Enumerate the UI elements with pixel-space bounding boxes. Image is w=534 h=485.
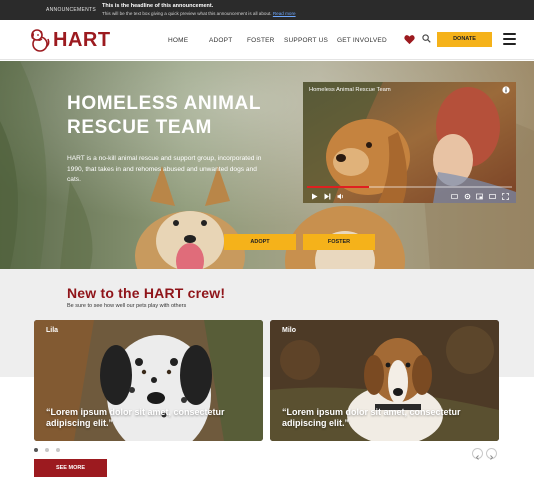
crew-section-title: New to the HART crew! — [67, 285, 226, 301]
donate-button[interactable]: DONATE — [437, 32, 492, 47]
video-controls — [303, 190, 516, 203]
chevron-left-icon — [475, 455, 479, 460]
logo-dog-icon — [31, 29, 50, 52]
carousel-dot-1[interactable] — [34, 448, 38, 452]
miniplayer-icon[interactable] — [476, 193, 483, 200]
announcement-bar: ANNOUNCEMENTS This is the headline of th… — [0, 0, 534, 20]
next-icon[interactable] — [324, 193, 331, 200]
hero-title: HOMELESS ANIMAL RESCUE TEAM — [67, 93, 261, 138]
adopt-button[interactable]: ADOPT — [224, 234, 296, 250]
play-icon[interactable] — [311, 193, 318, 200]
nav-adopt[interactable]: ADOPT — [209, 37, 232, 44]
pet-quote-milo: “Lorem ipsum dolor sit amet, consectetur… — [282, 407, 461, 428]
pet-name-lila: Lila — [46, 327, 59, 334]
video-title: Homeless Animal Rescue Team — [309, 87, 391, 93]
announcement-text: This will be the text box giving a quick… — [102, 11, 272, 16]
carousel-dot-2[interactable] — [45, 448, 49, 452]
video-player[interactable]: Homeless Animal Rescue Team — [303, 82, 516, 203]
pet-quote-lila: “Lorem ipsum dolor sit amet, consectetur… — [46, 407, 225, 428]
menu-bar — [503, 38, 516, 40]
nav-get-involved[interactable]: GET INVOLVED — [337, 37, 387, 44]
volume-icon[interactable] — [337, 193, 344, 200]
hero-description: HART is a no-kill animal rescue and supp… — [67, 155, 262, 183]
menu-icon[interactable] — [503, 33, 516, 45]
hero-section: HOMELESS ANIMAL RESCUE TEAM HART is a no… — [0, 61, 534, 269]
video-thumbnail — [303, 82, 516, 203]
subtitles-icon[interactable] — [451, 193, 458, 200]
crew-section-subtitle: Be sure to see how well our pets play wi… — [67, 303, 187, 309]
nav-home[interactable]: HOME — [168, 37, 188, 44]
announcement-headline: This is the headline of this announcemen… — [102, 3, 214, 9]
announcement-read-more-link[interactable]: Read more — [273, 11, 296, 16]
logo[interactable]: HART — [28, 24, 111, 56]
pet-card-lila[interactable]: Lila “Lorem ipsum dolor sit amet, consec… — [34, 320, 263, 441]
nav-foster[interactable]: FOSTER — [247, 37, 275, 44]
heart-icon[interactable] — [404, 34, 415, 45]
info-icon[interactable] — [502, 86, 510, 94]
foster-button[interactable]: FOSTER — [303, 234, 375, 250]
fullscreen-icon[interactable] — [502, 193, 509, 200]
logo-text: HART — [53, 29, 111, 51]
see-more-button[interactable]: SEE MORE — [34, 459, 107, 477]
menu-bar — [503, 43, 516, 45]
page: ANNOUNCEMENTS This is the headline of th… — [0, 0, 534, 485]
nav-support-us[interactable]: SUPPORT US — [284, 37, 328, 44]
pet-card-milo[interactable]: Milo “Lorem ipsum dolor sit amet, consec… — [270, 320, 499, 441]
video-progress-fill — [307, 186, 369, 188]
carousel-dot-3[interactable] — [56, 448, 60, 452]
search-icon[interactable] — [422, 34, 431, 43]
site-header: HART HOME ADOPT FOSTER SUPPORT US GET IN… — [0, 20, 534, 60]
video-progress-bar[interactable] — [307, 186, 512, 188]
carousel-prev-button[interactable] — [472, 448, 483, 460]
announcement-label: ANNOUNCEMENTS — [46, 7, 97, 13]
announcement-text-wrap: This will be the text box giving a quick… — [102, 11, 296, 16]
menu-bar — [503, 33, 516, 35]
carousel-next-button[interactable] — [486, 448, 497, 460]
chevron-right-icon — [490, 455, 494, 460]
pet-name-milo: Milo — [282, 327, 296, 334]
theater-icon[interactable] — [489, 193, 496, 200]
settings-icon[interactable] — [464, 193, 471, 200]
